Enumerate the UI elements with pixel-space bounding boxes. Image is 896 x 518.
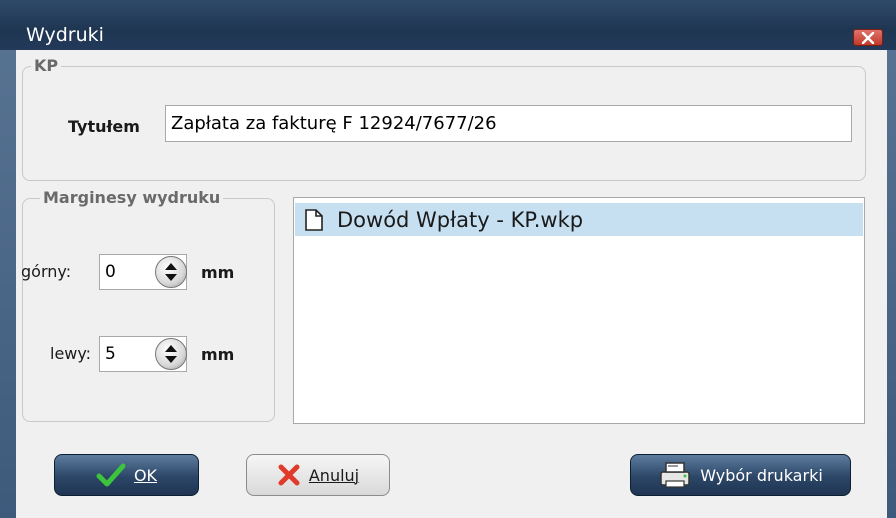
list-item[interactable]: Dowód Wpłaty - KP.wkp bbox=[295, 203, 863, 236]
print-template-list[interactable]: Dowód Wpłaty - KP.wkp bbox=[293, 197, 865, 424]
window-title: Wydruki bbox=[26, 24, 104, 46]
cancel-button[interactable]: Anuluj bbox=[246, 454, 390, 496]
top-margin-label: górny: bbox=[21, 262, 72, 281]
margins-group-label: Marginesy wydruku bbox=[40, 188, 224, 207]
kp-group-label: KP bbox=[31, 56, 62, 75]
top-margin-value: 0 bbox=[105, 262, 116, 282]
title-field-label: Tytułem bbox=[68, 117, 140, 136]
top-margin-stepper[interactable] bbox=[155, 256, 187, 288]
document-icon bbox=[305, 208, 323, 231]
checkmark-icon bbox=[96, 463, 126, 487]
left-margin-label: lewy: bbox=[50, 344, 92, 363]
cancel-button-label: Anuluj bbox=[308, 465, 360, 485]
spin-arrows-icon bbox=[165, 263, 177, 281]
ok-button[interactable]: OK bbox=[54, 454, 199, 496]
list-item-label: Dowód Wpłaty - KP.wkp bbox=[337, 207, 584, 232]
left-margin-stepper[interactable] bbox=[155, 338, 187, 370]
printer-icon bbox=[660, 462, 690, 488]
close-icon bbox=[861, 31, 875, 44]
margins-group bbox=[22, 198, 275, 422]
left-margin-unit: mm bbox=[201, 345, 235, 364]
close-button[interactable] bbox=[853, 29, 883, 46]
ok-button-label: OK bbox=[133, 465, 158, 485]
title-input[interactable]: Zapłata za fakturę F 12924/7677/26 bbox=[165, 105, 852, 142]
printer-select-label: Wybór drukarki bbox=[700, 465, 823, 485]
top-margin-unit: mm bbox=[201, 263, 235, 282]
dialog-window: Wydruki KP Tytułem Zapłata za fakturę F … bbox=[0, 0, 896, 518]
left-margin-value: 5 bbox=[105, 344, 116, 364]
cancel-x-icon bbox=[278, 464, 300, 486]
title-bar[interactable]: Wydruki bbox=[0, 0, 896, 50]
spin-arrows-icon bbox=[165, 345, 177, 363]
printer-select-button[interactable]: Wybór drukarki bbox=[630, 454, 851, 496]
title-input-value: Zapłata za fakturę F 12924/7677/26 bbox=[171, 113, 497, 134]
